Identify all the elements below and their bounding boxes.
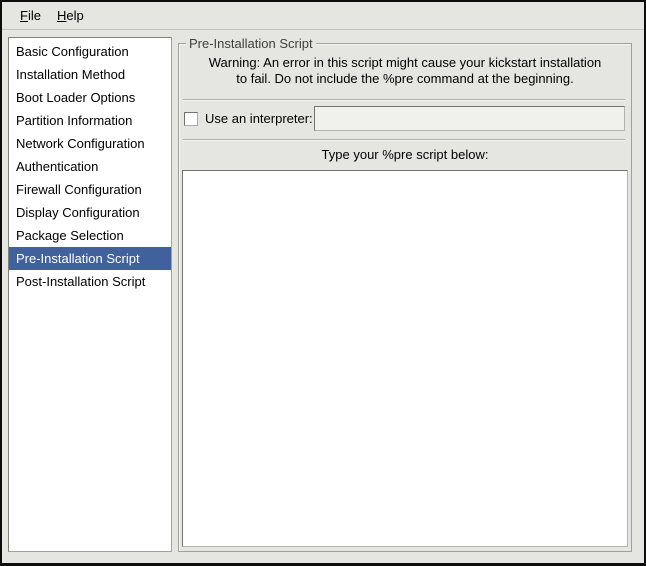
- menu-file-rest: ile: [28, 8, 41, 23]
- sidebar-item-boot-loader-options[interactable]: Boot Loader Options: [9, 86, 171, 109]
- sidebar-item-display-configuration[interactable]: Display Configuration: [9, 201, 171, 224]
- script-instruction-label: Type your %pre script below:: [179, 147, 631, 162]
- interpreter-input[interactable]: [314, 106, 625, 131]
- menu-help[interactable]: Help: [49, 5, 92, 26]
- menu-file[interactable]: File: [12, 5, 49, 26]
- use-interpreter-checkbox[interactable]: [184, 112, 198, 126]
- separator: [183, 99, 625, 101]
- sidebar-item-pre-installation-script[interactable]: Pre-Installation Script: [9, 247, 171, 270]
- kickstart-configurator-window: File Help Basic Configuration Installati…: [0, 0, 646, 566]
- sidebar-list: Basic Configuration Installation Method …: [8, 37, 172, 552]
- menu-help-accel: H: [57, 8, 66, 23]
- sidebar-item-basic-configuration[interactable]: Basic Configuration: [9, 40, 171, 63]
- menu-file-accel: F: [20, 8, 28, 23]
- separator: [183, 139, 625, 141]
- sidebar-item-package-selection[interactable]: Package Selection: [9, 224, 171, 247]
- frame-title: Pre-Installation Script: [186, 36, 316, 51]
- sidebar-item-installation-method[interactable]: Installation Method: [9, 63, 171, 86]
- sidebar-item-authentication[interactable]: Authentication: [9, 155, 171, 178]
- sidebar-item-post-installation-script[interactable]: Post-Installation Script: [9, 270, 171, 293]
- pre-script-textarea[interactable]: [182, 170, 628, 547]
- warning-text: Warning: An error in this script might c…: [179, 55, 631, 87]
- use-interpreter-label: Use an interpreter:: [205, 111, 313, 127]
- menu-help-rest: elp: [66, 8, 83, 23]
- pre-installation-script-frame: Pre-Installation Script Warning: An erro…: [178, 43, 632, 552]
- sidebar-item-firewall-configuration[interactable]: Firewall Configuration: [9, 178, 171, 201]
- sidebar-item-partition-information[interactable]: Partition Information: [9, 109, 171, 132]
- sidebar-item-network-configuration[interactable]: Network Configuration: [9, 132, 171, 155]
- menubar: File Help: [2, 2, 644, 30]
